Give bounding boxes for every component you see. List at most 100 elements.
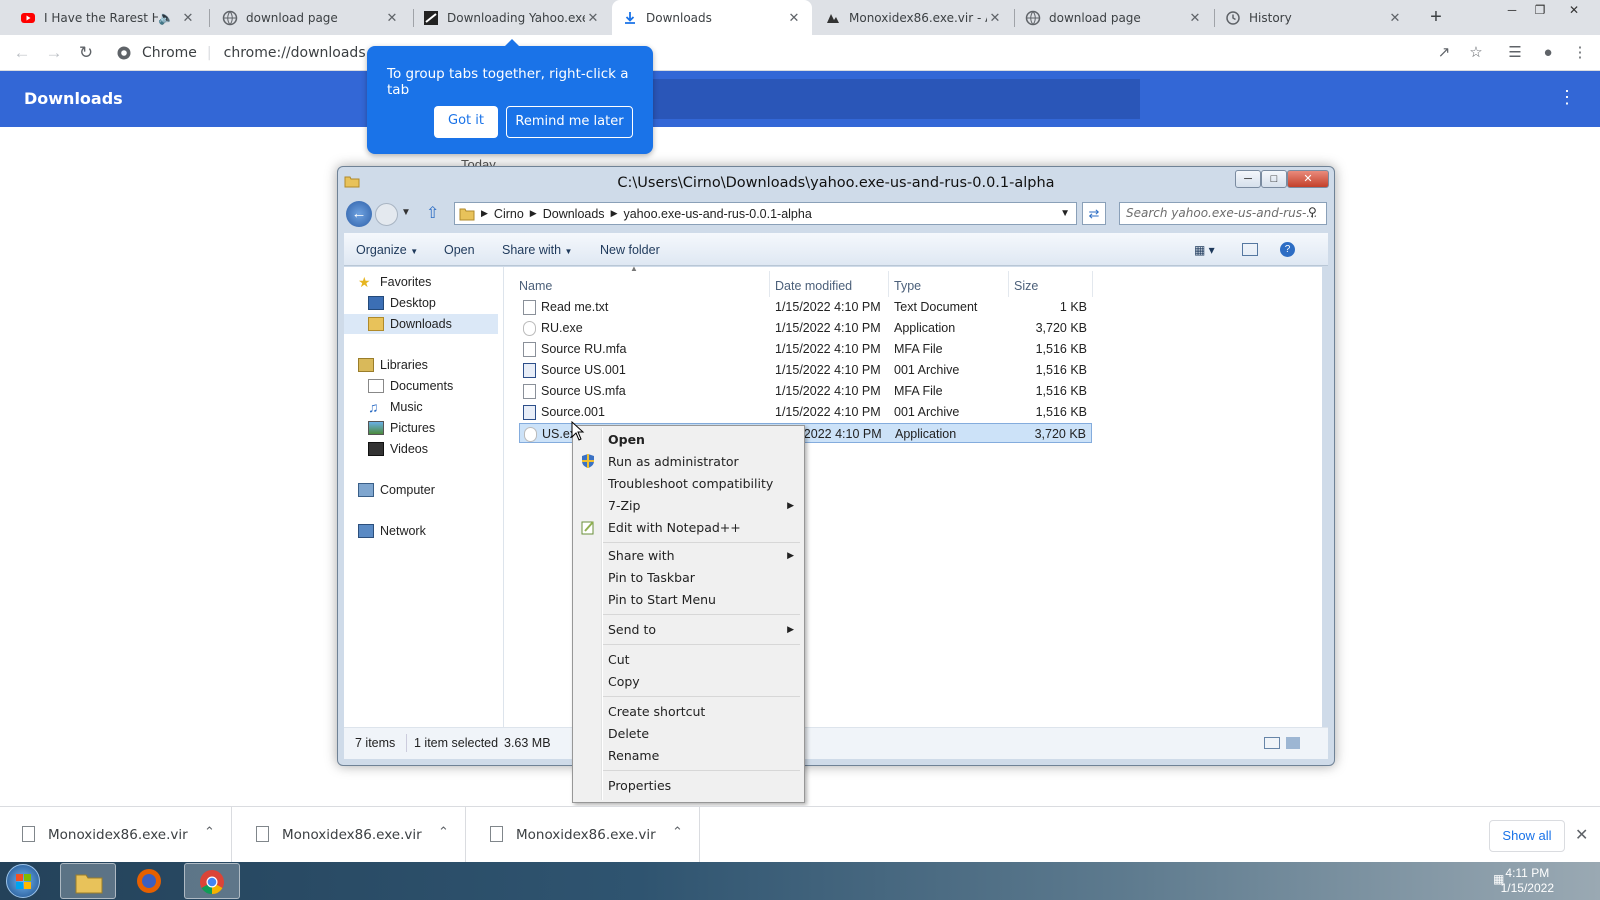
start-button[interactable] bbox=[6, 864, 40, 898]
explorer-minimize-button[interactable]: ─ bbox=[1235, 170, 1261, 188]
address-bar[interactable]: ▶ Cirno ▶ Downloads ▶ yahoo.exe-us-and-r… bbox=[454, 202, 1077, 225]
explorer-close-button[interactable]: ✕ bbox=[1287, 170, 1329, 188]
taskbar-chrome[interactable] bbox=[184, 863, 240, 899]
back-button[interactable]: ← bbox=[10, 41, 34, 65]
download-item[interactable]: Monoxidex86.exe.vir ⌃ bbox=[468, 807, 700, 863]
chrome-menu-icon[interactable]: ⋮ bbox=[1570, 43, 1590, 63]
close-icon[interactable]: ✕ bbox=[585, 10, 601, 26]
tab-youtube[interactable]: I Have the Rarest Ha 🔈 ✕ bbox=[10, 0, 206, 35]
download-item[interactable]: Monoxidex86.exe.vir ⌃ bbox=[0, 807, 232, 863]
close-shelf-icon[interactable]: ✕ bbox=[1575, 825, 1588, 845]
nav-videos[interactable]: Videos bbox=[368, 439, 428, 459]
breadcrumb-item[interactable]: Cirno bbox=[494, 207, 524, 221]
close-window-button[interactable]: ✕ bbox=[1560, 0, 1588, 20]
menu-item-delete[interactable]: Delete bbox=[608, 726, 649, 741]
organize-button[interactable]: Organize ▼ bbox=[356, 243, 418, 257]
recent-locations-dropdown[interactable]: ▼ bbox=[401, 207, 411, 218]
new-tab-button[interactable]: + bbox=[1424, 6, 1448, 30]
omnibox[interactable]: Chrome | chrome://downloads bbox=[110, 40, 1410, 66]
close-icon[interactable]: ✕ bbox=[180, 10, 196, 26]
menu-item-open[interactable]: Open bbox=[608, 432, 645, 447]
menu-item-send-to[interactable]: Send to bbox=[608, 622, 656, 637]
reload-button[interactable]: ↻ bbox=[74, 41, 98, 65]
download-item[interactable]: Monoxidex86.exe.vir ⌃ bbox=[234, 807, 466, 863]
details-view-icon[interactable] bbox=[1264, 737, 1280, 749]
taskbar-explorer[interactable] bbox=[60, 863, 116, 899]
profile-icon[interactable]: ● bbox=[1538, 43, 1558, 63]
downloads-search-bar[interactable] bbox=[650, 79, 1140, 119]
menu-item-cut[interactable]: Cut bbox=[608, 652, 630, 667]
minimize-button[interactable]: ─ bbox=[1498, 0, 1526, 20]
got-it-button[interactable]: Got it bbox=[434, 106, 498, 138]
menu-item-run-as-admin[interactable]: Run as administrator bbox=[608, 454, 739, 469]
system-clock[interactable]: 4:11 PM 1/15/2022 bbox=[1501, 866, 1554, 896]
column-header-name[interactable]: Name bbox=[519, 279, 552, 293]
view-options-icon[interactable]: ▦ ▾ bbox=[1194, 243, 1215, 257]
menu-item-7zip[interactable]: 7-Zip bbox=[608, 498, 640, 513]
tab-downloads[interactable]: Downloads ✕ bbox=[612, 0, 812, 35]
chevron-up-icon[interactable]: ⌃ bbox=[438, 825, 449, 840]
help-icon[interactable]: ? bbox=[1280, 242, 1295, 257]
breadcrumb-item[interactable]: Downloads bbox=[543, 207, 605, 221]
nav-desktop[interactable]: Desktop bbox=[368, 293, 436, 313]
file-row[interactable]: Source.001 1/15/2022 4:10 PM 001 Archive 1,… bbox=[519, 402, 1092, 422]
nav-network[interactable]: Network bbox=[358, 521, 426, 541]
file-row[interactable]: Source US.mfa 1/15/2022 4:10 PM MFA File 1,… bbox=[519, 381, 1092, 401]
tab-anyrun[interactable]: Monoxidex86.exe.vir - An ✕ bbox=[815, 0, 1013, 35]
explorer-maximize-button[interactable]: □ bbox=[1261, 170, 1287, 188]
tab-download-page-2[interactable]: download page ✕ bbox=[1015, 0, 1213, 35]
chevron-up-icon[interactable]: ⌃ bbox=[204, 825, 215, 840]
menu-item-create-shortcut[interactable]: Create shortcut bbox=[608, 704, 705, 719]
chevron-up-icon[interactable]: ⌃ bbox=[672, 825, 683, 840]
search-icon[interactable]: ⚲ bbox=[1308, 205, 1317, 219]
close-icon[interactable]: ✕ bbox=[384, 10, 400, 26]
menu-item-pin-start[interactable]: Pin to Start Menu bbox=[608, 592, 716, 607]
breadcrumb-item[interactable]: yahoo.exe-us-and-rus-0.0.1-alpha bbox=[623, 207, 811, 221]
share-icon[interactable]: ↗ bbox=[1434, 43, 1454, 63]
close-icon[interactable]: ✕ bbox=[786, 10, 802, 26]
nav-downloads[interactable]: Downloads bbox=[344, 314, 498, 334]
preview-pane-icon[interactable] bbox=[1242, 243, 1258, 256]
refresh-icon[interactable]: ⇄ bbox=[1082, 202, 1106, 225]
new-folder-button[interactable]: New folder bbox=[600, 243, 660, 257]
tab-downloading-yahoo[interactable]: Downloading Yahoo.exe ✕ bbox=[413, 0, 611, 35]
show-all-button[interactable]: Show all bbox=[1489, 820, 1565, 852]
explorer-back-button[interactable]: ← bbox=[346, 201, 372, 227]
large-icons-view-icon[interactable] bbox=[1286, 737, 1300, 749]
more-options-icon[interactable]: ⋮ bbox=[1558, 87, 1576, 108]
file-row[interactable]: Read me.txt 1/15/2022 4:10 PM Text Documen… bbox=[519, 297, 1092, 317]
nav-documents[interactable]: Documents bbox=[368, 376, 453, 396]
remind-later-button[interactable]: Remind me later bbox=[506, 106, 633, 138]
menu-item-troubleshoot[interactable]: Troubleshoot compatibility bbox=[608, 476, 773, 491]
nav-favorites[interactable]: ★ Favorites bbox=[358, 272, 431, 292]
tab-history[interactable]: History ✕ bbox=[1215, 0, 1413, 35]
nav-pictures[interactable]: Pictures bbox=[368, 418, 435, 438]
file-row[interactable]: RU.exe 1/15/2022 4:10 PM Application 3,720 … bbox=[519, 318, 1092, 338]
restore-button[interactable]: ❐ bbox=[1526, 0, 1554, 20]
close-icon[interactable]: ✕ bbox=[1187, 10, 1203, 26]
menu-item-rename[interactable]: Rename bbox=[608, 748, 659, 763]
share-with-button[interactable]: Share with ▼ bbox=[502, 243, 572, 257]
omnibox-url[interactable]: chrome://downloads bbox=[224, 45, 366, 61]
nav-computer[interactable]: Computer bbox=[358, 480, 435, 500]
tab-download-page[interactable]: download page ✕ bbox=[212, 0, 410, 35]
close-icon[interactable]: ✕ bbox=[1387, 10, 1403, 26]
reading-list-icon[interactable]: ☰ bbox=[1505, 43, 1525, 63]
menu-item-properties[interactable]: Properties bbox=[608, 778, 671, 793]
menu-item-copy[interactable]: Copy bbox=[608, 674, 640, 689]
close-icon[interactable]: ✕ bbox=[987, 10, 1003, 26]
bookmark-star-icon[interactable]: ☆ bbox=[1466, 43, 1486, 63]
column-header-date[interactable]: Date modified bbox=[775, 279, 852, 293]
forward-button[interactable]: → bbox=[42, 41, 66, 65]
taskbar-firefox[interactable] bbox=[122, 863, 178, 899]
menu-item-pin-taskbar[interactable]: Pin to Taskbar bbox=[608, 570, 695, 585]
nav-libraries[interactable]: Libraries bbox=[358, 355, 428, 375]
explorer-forward-button[interactable] bbox=[375, 203, 398, 226]
column-header-type[interactable]: Type bbox=[894, 279, 921, 293]
speaker-muted-icon[interactable]: 🔈 bbox=[158, 10, 174, 26]
address-dropdown-icon[interactable]: ▼ bbox=[1060, 208, 1070, 219]
nav-music[interactable]: ♫ Music bbox=[368, 397, 423, 417]
menu-item-edit-notepad[interactable]: Edit with Notepad++ bbox=[608, 520, 741, 535]
file-row[interactable]: Source RU.mfa 1/15/2022 4:10 PM MFA File 1,… bbox=[519, 339, 1092, 359]
menu-item-share-with[interactable]: Share with bbox=[608, 548, 675, 563]
